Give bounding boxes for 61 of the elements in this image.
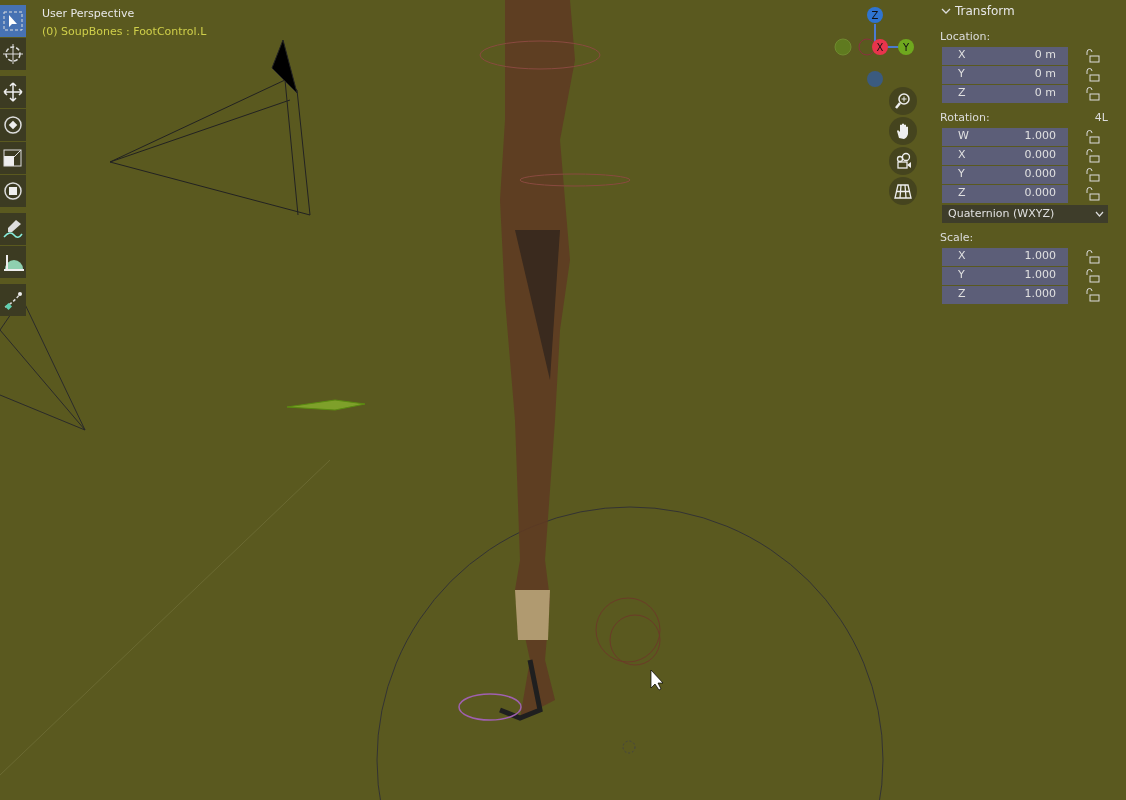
- number-field[interactable]: Y 0.000: [942, 165, 1068, 184]
- section-label: Location:: [940, 29, 991, 45]
- lock-icon[interactable]: [1086, 249, 1100, 264]
- number-field[interactable]: X 1.000: [942, 247, 1068, 266]
- number-field[interactable]: Z 0.000: [942, 184, 1068, 203]
- move-arrows-icon: [2, 81, 24, 103]
- grid-icon: [893, 181, 913, 201]
- tool-button[interactable]: [0, 38, 26, 70]
- rotation-mode-label: 4L: [1094, 110, 1108, 126]
- number-field[interactable]: W 1.000: [942, 127, 1068, 146]
- lock-icon[interactable]: [1086, 186, 1100, 201]
- pencil-icon: [2, 218, 24, 240]
- axis-ball: [858, 38, 876, 56]
- viewport-nav-button[interactable]: [889, 147, 917, 175]
- number-field[interactable]: Y 0 m: [942, 65, 1068, 84]
- zoom-icon: [893, 91, 913, 111]
- bone-tool-icon: [2, 289, 24, 311]
- transform-icon: [2, 180, 24, 202]
- view-title: User Perspective: [42, 6, 136, 22]
- lock-icon[interactable]: [1086, 287, 1100, 302]
- number-field[interactable]: X 0 m: [942, 46, 1068, 65]
- tool-button[interactable]: [0, 76, 26, 108]
- lock-icon[interactable]: [1086, 48, 1100, 63]
- control-ellipse: [458, 693, 522, 721]
- number-field[interactable]: Y 1.000: [942, 266, 1068, 285]
- number-field[interactable]: X 0.000: [942, 146, 1068, 165]
- lock-icon[interactable]: [1086, 148, 1100, 163]
- lock-icon[interactable]: [1086, 86, 1100, 101]
- select-box-icon: [2, 10, 24, 32]
- lock-icon[interactable]: [1086, 129, 1100, 144]
- rotate-icon: [2, 114, 24, 136]
- tool-button[interactable]: [0, 175, 26, 207]
- tool-button[interactable]: [0, 109, 26, 141]
- tool-button[interactable]: [0, 5, 26, 37]
- tool-button[interactable]: [0, 246, 26, 278]
- mouse-cursor-icon: [650, 669, 664, 691]
- number-field[interactable]: Z 0 m: [942, 84, 1068, 103]
- tool-button[interactable]: [0, 213, 26, 245]
- panel-title: Transform: [955, 3, 1015, 20]
- active-object-label: (0) SoupBones : FootControl.L: [42, 24, 207, 40]
- tool-button[interactable]: [0, 142, 26, 174]
- viewport-nav-button[interactable]: [889, 177, 917, 205]
- z-axis-ball[interactable]: Z: [867, 7, 883, 23]
- scale-icon: [2, 147, 24, 169]
- axis-ball: [834, 38, 852, 56]
- section-label: Scale:: [940, 230, 974, 246]
- viewport-nav-button[interactable]: [889, 87, 917, 115]
- pivot-marker: [622, 740, 636, 754]
- number-field[interactable]: Z 1.000: [942, 285, 1068, 304]
- panel-header[interactable]: Transform: [940, 0, 1116, 22]
- y-axis-ball[interactable]: Y: [898, 39, 914, 55]
- viewport-nav-button[interactable]: [889, 117, 917, 145]
- tool-button[interactable]: [0, 284, 26, 316]
- lock-icon[interactable]: [1086, 167, 1100, 182]
- cursor-icon: [2, 43, 24, 65]
- axis-ball: [867, 71, 883, 87]
- x-axis-ball[interactable]: X: [872, 39, 888, 55]
- section-label: Rotation:: [940, 110, 990, 126]
- lock-icon[interactable]: [1086, 67, 1100, 82]
- rotation-mode-dropdown[interactable]: Quaternion (WXYZ): [942, 205, 1108, 223]
- lock-icon[interactable]: [1086, 268, 1100, 283]
